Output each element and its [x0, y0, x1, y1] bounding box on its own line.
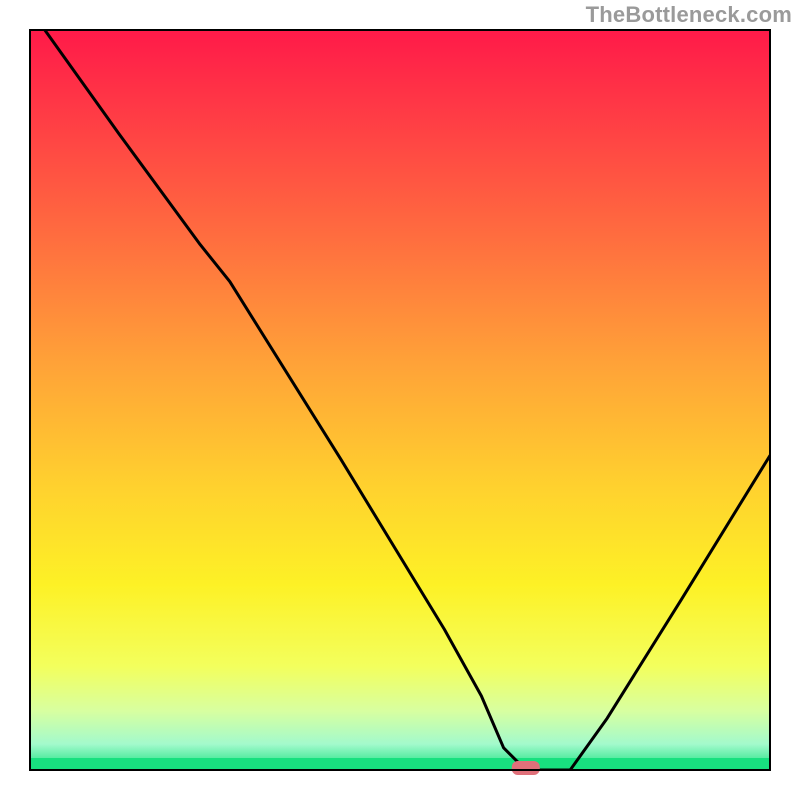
optimal-marker	[512, 761, 540, 775]
chart-stage: TheBottleneck.com	[0, 0, 800, 800]
gradient-background	[30, 30, 770, 770]
watermark-text: TheBottleneck.com	[586, 2, 792, 28]
baseline-strip	[30, 758, 770, 770]
bottleneck-chart	[0, 0, 800, 800]
